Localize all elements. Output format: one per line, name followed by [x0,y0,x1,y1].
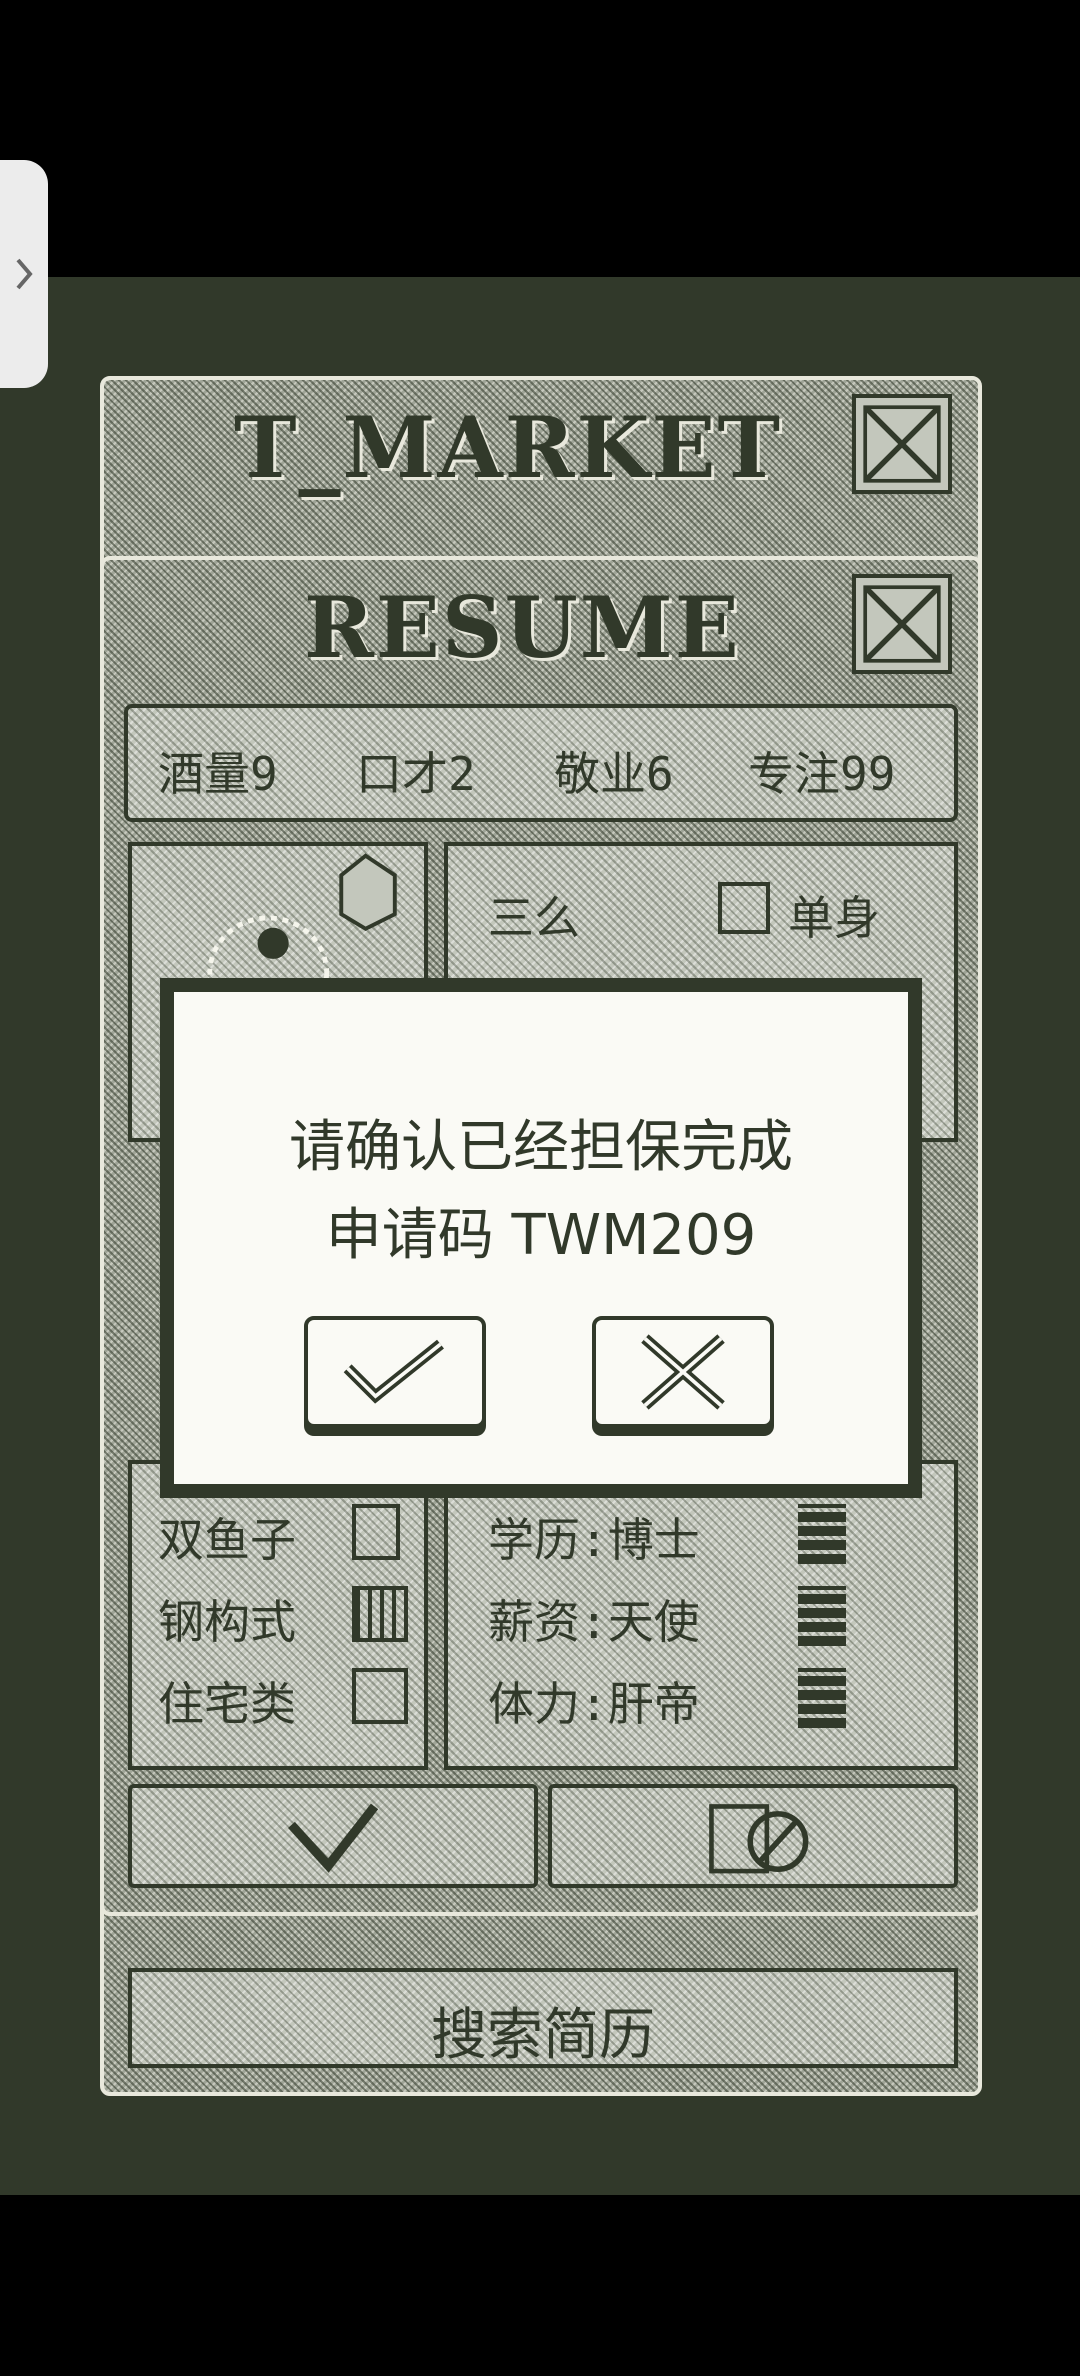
confirm-button[interactable] [304,1316,486,1428]
skill-item: 钢构式 [158,1595,296,1649]
attribute-item: 薪资:天使 [488,1595,700,1649]
resume-close-button[interactable] [852,574,952,674]
stat-focus: 专注99 [748,747,896,801]
side-drawer-handle[interactable] [0,160,48,388]
grid-icon [352,1586,408,1642]
resume-title: RESUME [304,578,741,677]
gender-icon [718,882,770,934]
reject-button[interactable] [548,1784,958,1888]
skill-item: 住宅类 [158,1677,296,1731]
attribute-item: 学历:博士 [488,1513,700,1567]
stat-drink: 酒量9 [158,747,278,801]
confirm-dialog: 请确认已经担保完成 申请码 TWM209 [160,978,922,1498]
close-icon [863,585,941,663]
check-icon [288,1803,379,1873]
skill-icon [352,1504,400,1560]
cancel-button[interactable] [592,1316,774,1428]
discard-icon [709,1804,809,1874]
stats-bar: 酒量9 口才2 敬业6 专注99 [124,704,958,822]
chevron-right-icon [16,258,33,290]
stat-eloquence: 口才2 [356,747,476,801]
house-icon [352,1668,408,1724]
skills-panel: 双鱼子 钢构式 住宅类 [128,1460,428,1770]
search-resume-button[interactable]: 搜索简历 [128,1968,958,2068]
level-bar-icon [798,1668,846,1728]
attribute-item: 体力:肝帝 [488,1677,700,1731]
attributes-panel: 学历:博士 薪资:天使 体力:肝帝 [444,1460,958,1770]
candidate-status: 单身 [788,891,880,945]
close-icon [863,405,941,483]
cross-icon [641,1334,725,1410]
level-bar-icon [798,1504,846,1564]
market-title: T_MARKET [234,398,783,497]
confirm-dialog-body: 请确认已经担保完成 申请码 TWM209 [170,988,912,1488]
dialog-message: 请确认已经担保完成 [289,1115,793,1180]
hire-button[interactable] [128,1784,538,1888]
dialog-request-code: 申请码 TWM209 [325,1203,757,1268]
level-bar-icon [798,1586,846,1646]
search-resume-label: 搜索简历 [431,2003,655,2068]
candidate-name: 三么 [488,891,580,945]
skill-item: 双鱼子 [158,1513,296,1567]
stat-dedication: 敬业6 [554,747,674,801]
market-close-button[interactable] [852,394,952,494]
check-icon [343,1339,444,1404]
